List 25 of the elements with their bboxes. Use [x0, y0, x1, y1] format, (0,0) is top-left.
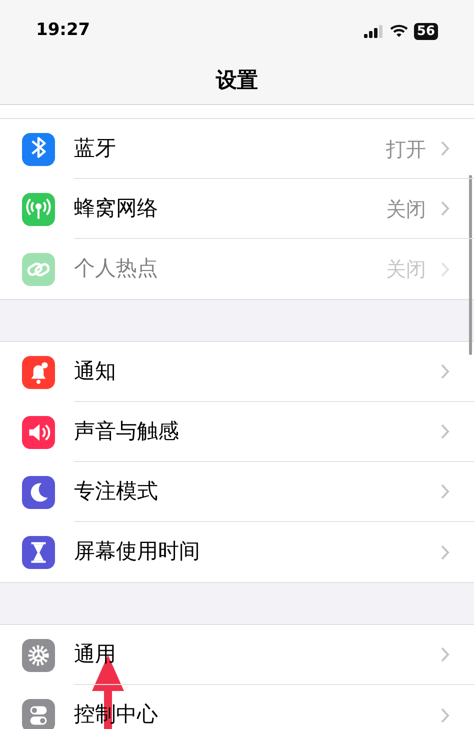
chevron-icon [440, 200, 450, 217]
signal-icon [364, 24, 384, 38]
row-label: 通用 [74, 640, 117, 668]
chevron-icon [440, 483, 450, 500]
status-time: 19:27 [36, 19, 90, 42]
chevron-icon [440, 260, 450, 278]
row-value: 关闭 [386, 256, 426, 283]
row-label: 蓝牙 [74, 134, 117, 162]
chevron-icon [440, 363, 450, 380]
chevron-icon [440, 423, 450, 440]
row-label: 专注模式 [74, 478, 159, 505]
page-title: 设置 [216, 67, 258, 94]
row-value: 关闭 [386, 196, 426, 222]
chevron-icon [440, 646, 450, 663]
row-label: 声音与触感 [74, 418, 180, 445]
row-label: 个人热点 [74, 255, 159, 282]
row-label: 屏幕使用时间 [74, 538, 201, 566]
chevron-icon [440, 140, 450, 157]
chevron-icon [440, 544, 450, 560]
row-label: 蜂窝网络 [74, 194, 159, 222]
battery-level: 56 [414, 22, 438, 40]
row-label: 通知 [74, 358, 117, 385]
chevron-icon [440, 706, 450, 724]
row-value: 打开 [386, 136, 426, 162]
wifi-icon [390, 24, 408, 38]
